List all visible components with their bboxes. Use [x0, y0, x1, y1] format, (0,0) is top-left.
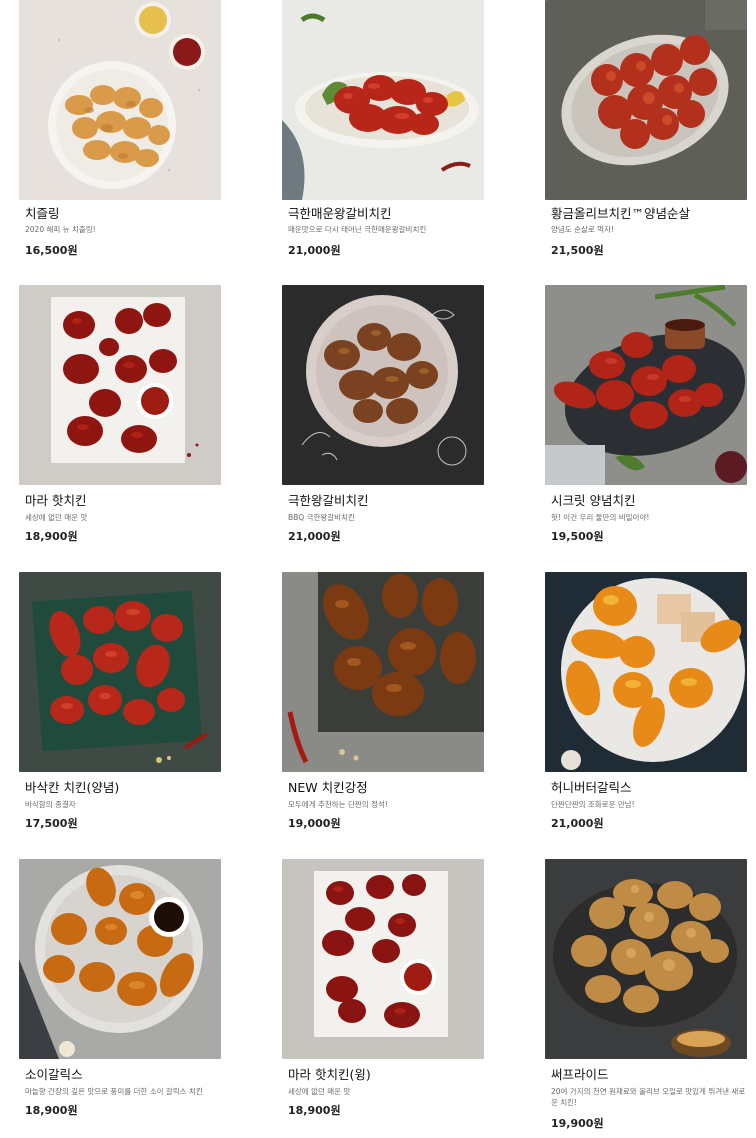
product-name[interactable]: 시크릿 양념치킨	[551, 493, 747, 509]
product-description: 바삭함의 종결자	[25, 800, 76, 809]
product-price: 21,000원	[288, 244, 341, 257]
product-price: 21,000원	[288, 530, 341, 543]
product-price: 21,500원	[551, 244, 604, 257]
product-price: 18,900원	[25, 530, 78, 543]
product-image[interactable]	[282, 0, 484, 200]
product-name[interactable]: 바삭칸 치킨(양념)	[25, 780, 221, 796]
product-name[interactable]: 써프라이드	[551, 1067, 747, 1083]
product-name[interactable]: 마라 핫치킨	[25, 493, 221, 509]
product-image[interactable]	[545, 0, 747, 200]
product-grid: 치즐링 2020 해피 뉴 치즐링! 16,500원 극한매운왕갈비치킨 매운맛…	[0, 0, 756, 1138]
product-price: 21,000원	[551, 817, 604, 830]
product-description: 2020 해피 뉴 치즐링!	[25, 225, 96, 234]
product-image[interactable]	[282, 285, 484, 485]
product-image[interactable]	[19, 0, 221, 200]
product-description: 세상에 없던 매운 맛	[25, 513, 88, 522]
product-price: 16,500원	[25, 244, 78, 257]
product-description: 모두에게 추천하는 단짠의 정석!	[288, 800, 388, 809]
product-description: 양념도 순살로 먹자!	[551, 225, 614, 234]
product-image[interactable]	[19, 285, 221, 485]
product-image[interactable]	[282, 859, 484, 1059]
product-image[interactable]	[19, 859, 221, 1059]
product-name[interactable]: 극한매운왕갈비치킨	[288, 206, 484, 222]
product-price: 18,900원	[25, 1104, 78, 1117]
product-price: 17,500원	[25, 817, 78, 830]
product-price: 19,900원	[551, 1117, 604, 1130]
product-description: 20여 가지의 천연 원재료와 올리브 오일로 맛있게 튀겨낸 새로운 치킨!	[551, 1087, 746, 1107]
product-price: 19,000원	[288, 817, 341, 830]
product-name[interactable]: 극한왕갈비치킨	[288, 493, 484, 509]
product-image[interactable]	[282, 572, 484, 772]
product-description: 매운맛으로 다시 태어난 극한매운왕갈비치킨	[288, 225, 427, 234]
product-image[interactable]	[545, 285, 747, 485]
product-description: 헛! 이건 우리 둘만의 비밀이야!	[551, 513, 650, 522]
product-description: 단짠단짠의 조화로운 만남!	[551, 800, 635, 809]
product-image[interactable]	[545, 572, 747, 772]
product-description: 세상에 없던 매운 맛	[288, 1087, 351, 1096]
product-price: 19,500원	[551, 530, 604, 543]
product-price: 18,900원	[288, 1104, 341, 1117]
product-description: BBQ 극한왕갈비치킨	[288, 513, 355, 522]
product-name[interactable]: 허니버터갈릭스	[551, 780, 747, 796]
product-description: 마늘향 간장의 깊은 맛으로 풍미를 더한 소이 갈릭스 치킨	[25, 1087, 203, 1096]
product-name[interactable]: 소이갈릭스	[25, 1067, 221, 1083]
product-name[interactable]: NEW 치킨강정	[288, 780, 484, 796]
product-image[interactable]	[545, 859, 747, 1059]
product-name[interactable]: 황금올리브치킨™양념순살	[551, 206, 747, 222]
product-name[interactable]: 치즐링	[25, 206, 221, 222]
product-name[interactable]: 마라 핫치킨(윙)	[288, 1067, 484, 1083]
product-image[interactable]	[19, 572, 221, 772]
